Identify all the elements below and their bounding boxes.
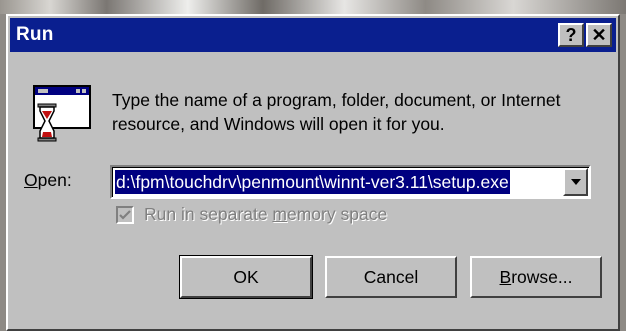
check-icon (119, 209, 131, 220)
separate-memory-label-part: emory space (287, 204, 388, 224)
separate-memory-label-part: Run in separate (144, 204, 273, 224)
browse-accelerator: B (499, 266, 512, 287)
separate-memory-option: Run in separate memory space (116, 204, 387, 225)
chevron-down-icon (570, 179, 581, 185)
open-combobox[interactable]: d:\fpm\touchdrv\penmount\winnt-ver3.11\s… (110, 165, 591, 199)
run-dialog: Run ? ✕ Type the name of a program, fold… (6, 14, 620, 331)
ok-button[interactable]: OK (179, 255, 313, 299)
browse-label: rowse... (511, 266, 573, 287)
title-bar[interactable]: Run ? ✕ (10, 18, 616, 52)
help-button[interactable]: ? (558, 23, 584, 47)
open-label: Open: (24, 170, 72, 191)
instruction-text: Type the name of a program, folder, docu… (112, 90, 561, 134)
desktop-background (0, 0, 626, 14)
separate-memory-accelerator: m (272, 204, 287, 224)
browse-button[interactable]: Browse... (470, 256, 602, 298)
cancel-button[interactable]: Cancel (325, 256, 457, 298)
separate-memory-label: Run in separate memory space (144, 204, 387, 225)
window-title: Run (16, 24, 54, 45)
open-label-accelerator: O (24, 170, 38, 190)
open-input[interactable]: d:\fpm\touchdrv\penmount\winnt-ver3.11\s… (115, 170, 510, 194)
open-label-text: pen: (37, 170, 72, 190)
title-bar-buttons: ? ✕ (558, 23, 612, 47)
run-program-icon (30, 82, 94, 146)
close-button[interactable]: ✕ (586, 23, 612, 47)
separate-memory-checkbox (116, 205, 134, 224)
dropdown-button[interactable] (563, 168, 588, 196)
